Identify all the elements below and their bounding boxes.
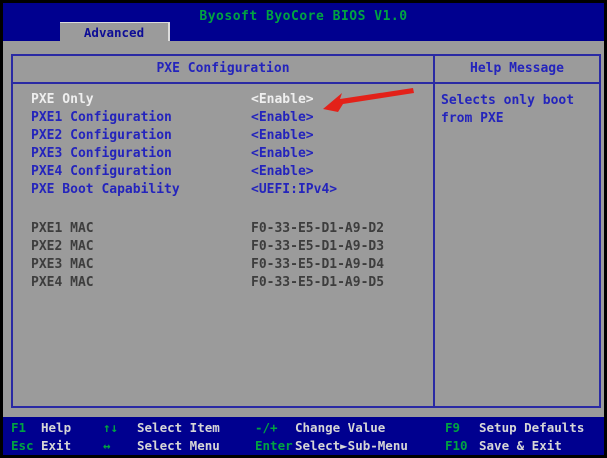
hotkey-enter-submenu: EnterSelect►Sub-Menu (255, 437, 408, 455)
info-label: PXE1 MAC (31, 221, 94, 236)
hotkey-label: Setup Defaults (479, 420, 584, 435)
hotkey-label: Help (41, 420, 71, 435)
page-title: PXE Configuration (13, 56, 433, 84)
menu-item-label: PXE Boot Capability (31, 182, 180, 197)
hotkey-label: Select►Sub-Menu (295, 438, 408, 453)
bios-screen-body: Byosoft ByoCore BIOS V1.0 Advanced PXE C… (3, 3, 604, 455)
info-value: F0-33-E5-D1-A9-D2 (251, 221, 384, 236)
option-list: PXE Only <Enable> PXE1 Configuration <En… (13, 84, 433, 406)
info-row-pxe1-mac: PXE1 MAC F0-33-E5-D1-A9-D2 (13, 221, 433, 239)
menu-item-pxe3-configuration[interactable]: PXE3 Configuration <Enable> (13, 146, 433, 164)
hotkey-col-1: F1Help EscExit (11, 419, 71, 455)
menu-item-pxe-boot-capability[interactable]: PXE Boot Capability <UEFI:IPv4> (13, 182, 433, 200)
hotkey-f10-save-exit: F10Save & Exit (445, 437, 584, 455)
hotkey-label: Select Menu (137, 438, 220, 453)
hotkey-col-3: -/+Change Value EnterSelect►Sub-Menu (255, 419, 408, 455)
info-value: F0-33-E5-D1-A9-D3 (251, 239, 384, 254)
help-line: Selects only boot (441, 92, 595, 110)
hotkey-label: Save & Exit (479, 438, 562, 453)
menu-item-value[interactable]: <Enable> (251, 164, 314, 179)
hotkey-label: Exit (41, 438, 71, 453)
hotkey-label: Change Value (295, 420, 385, 435)
info-label: PXE4 MAC (31, 275, 94, 290)
hotkey-key: F10 (445, 437, 479, 455)
menu-item-label: PXE3 Configuration (31, 146, 172, 161)
list-spacer (13, 200, 433, 221)
menu-item-value[interactable]: <Enable> (251, 110, 314, 125)
hotkey-f1-help: F1Help (11, 419, 71, 437)
info-value: F0-33-E5-D1-A9-D4 (251, 257, 384, 272)
hotkey-f9-defaults: F9Setup Defaults (445, 419, 584, 437)
help-line: from PXE (441, 110, 595, 128)
menu-item-label: PXE Only (31, 92, 94, 107)
hotkey-key: -/+ (255, 419, 295, 437)
hotkey-col-2: ↑↓Select Item ↔Select Menu (103, 419, 220, 455)
menu-item-value[interactable]: <Enable> (251, 128, 314, 143)
tab-advanced[interactable]: Advanced (60, 22, 170, 41)
info-label: PXE2 MAC (31, 239, 94, 254)
menu-item-label: PXE2 Configuration (31, 128, 172, 143)
hotkey-col-4: F9Setup Defaults F10Save & Exit (445, 419, 584, 455)
hotkey-change-value: -/+Change Value (255, 419, 408, 437)
info-row-pxe2-mac: PXE2 MAC F0-33-E5-D1-A9-D3 (13, 239, 433, 257)
hotkey-key: F9 (445, 419, 479, 437)
hotkey-label: Select Item (137, 420, 220, 435)
menu-item-label: PXE1 Configuration (31, 110, 172, 125)
hotkey-bar: F1Help EscExit ↑↓Select Item ↔Select Men… (3, 417, 604, 455)
left-right-arrows-icon: ↔ (103, 437, 137, 455)
setup-panel: PXE Configuration Help Message PXE Only … (11, 54, 601, 408)
hotkey-key: Esc (11, 437, 41, 455)
hotkey-select-item: ↑↓Select Item (103, 419, 220, 437)
menu-item-pxe2-configuration[interactable]: PXE2 Configuration <Enable> (13, 128, 433, 146)
bios-setup-screen: { "window": { "title": "Byosoft ByoCore … (0, 0, 607, 458)
menu-item-value[interactable]: <Enable> (251, 146, 314, 161)
info-row-pxe3-mac: PXE3 MAC F0-33-E5-D1-A9-D4 (13, 257, 433, 275)
hotkey-key: F1 (11, 419, 41, 437)
menu-item-label: PXE4 Configuration (31, 164, 172, 179)
help-panel-title: Help Message (433, 56, 599, 84)
menu-item-value[interactable]: <UEFI:IPv4> (251, 182, 337, 197)
menu-item-value[interactable]: <Enable> (251, 92, 314, 107)
info-row-pxe4-mac: PXE4 MAC F0-33-E5-D1-A9-D5 (13, 275, 433, 293)
menu-item-pxe4-configuration[interactable]: PXE4 Configuration <Enable> (13, 164, 433, 182)
up-down-arrows-icon: ↑↓ (103, 419, 137, 437)
help-message: Selects only boot from PXE (433, 84, 599, 406)
hotkey-key: Enter (255, 437, 295, 455)
info-value: F0-33-E5-D1-A9-D5 (251, 275, 384, 290)
hotkey-select-menu: ↔Select Menu (103, 437, 220, 455)
hotkey-esc-exit: EscExit (11, 437, 71, 455)
bios-title: Byosoft ByoCore BIOS V1.0 (3, 3, 604, 24)
red-arrow-pointer-icon (323, 87, 415, 113)
info-label: PXE3 MAC (31, 257, 94, 272)
